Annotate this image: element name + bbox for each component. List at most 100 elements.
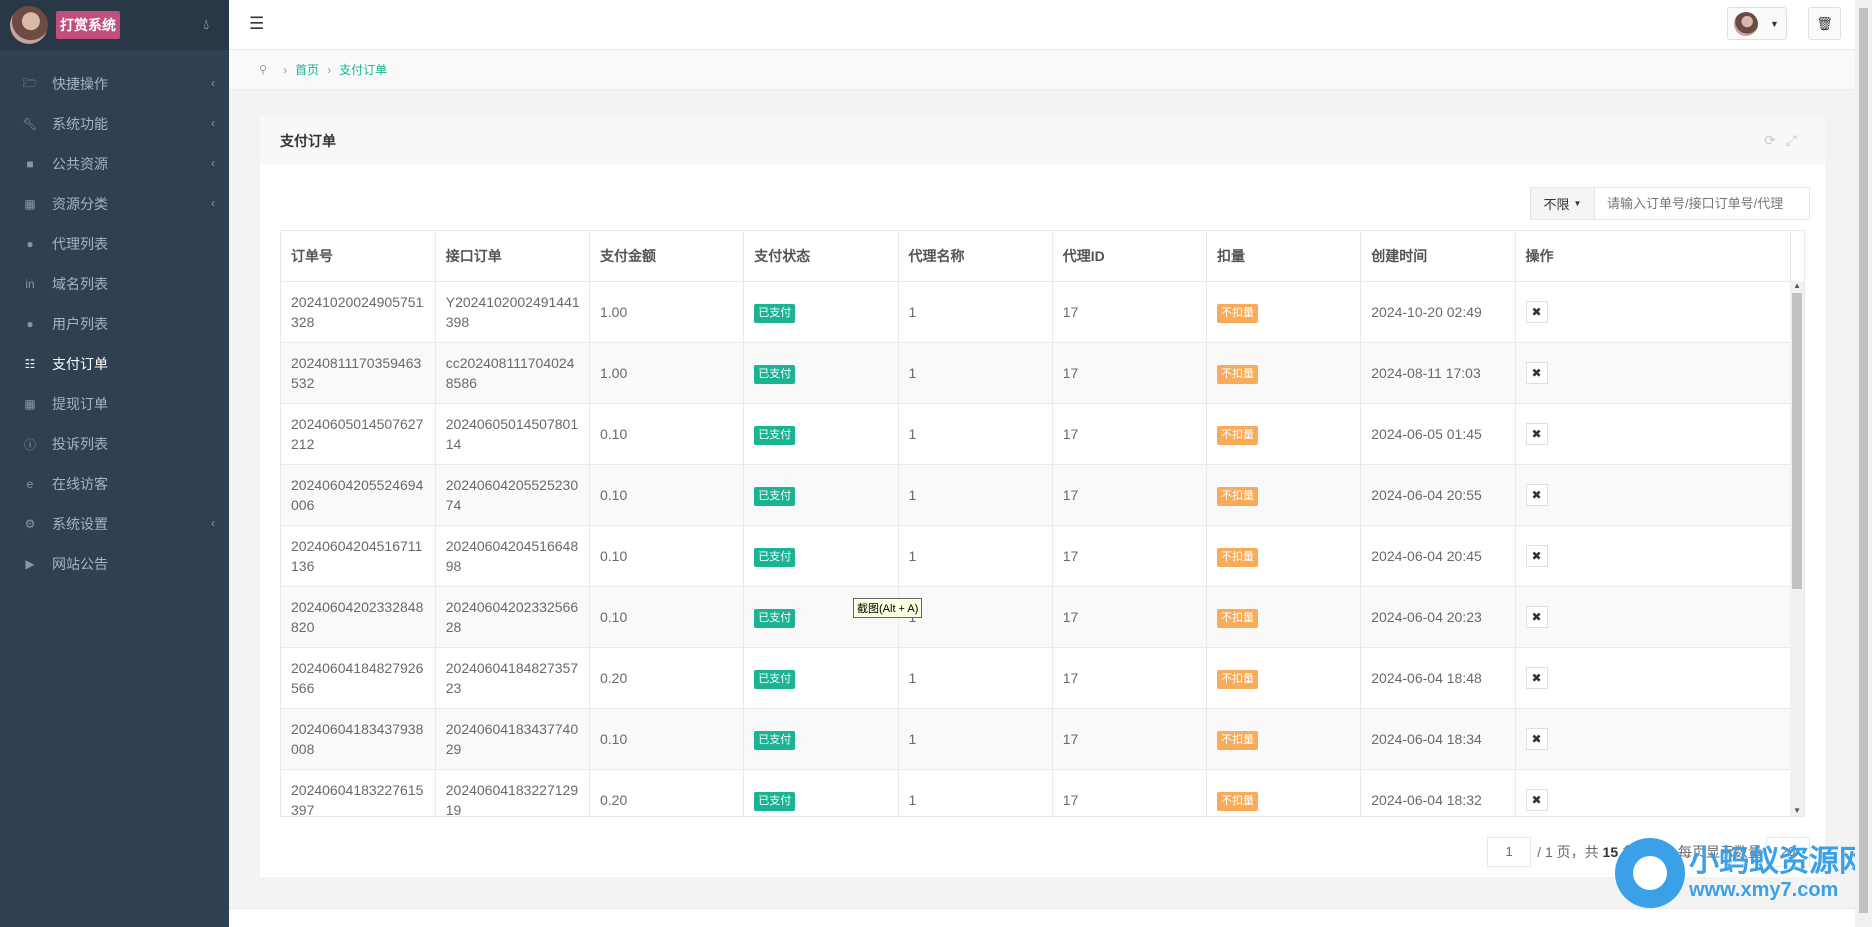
drop-icon[interactable]: 💧︎ [203,16,209,33]
sidebar-item[interactable]: ⚙ 系统设置 ‹ [0,504,229,544]
created-time-cell: 2024-06-04 20:23 [1360,586,1516,648]
deduct-cell: 不扣量 [1206,403,1362,465]
close-icon: ✖ [1531,426,1542,441]
sidebar-item[interactable]: ▦ 提现订单 [0,384,229,424]
map-marker-icon: ⚲ [259,64,268,76]
actions-cell: ✖ [1515,525,1791,587]
search-bar: 不限 ▼ [1530,187,1810,220]
delete-button[interactable]: ✖ [1525,483,1548,506]
created-time-cell: 2024-06-04 18:48 [1360,647,1516,709]
deduct-badge: 不扣量 [1217,425,1258,445]
users-icon: ● [26,237,34,251]
sidebar-item-label: 域名列表 [52,276,108,292]
status-cell: 已支付 [743,464,899,526]
api-order-cell: cc2024081117040248586 [435,342,591,404]
sidebar-item[interactable]: ■ 公共资源 ‹ [0,144,229,184]
agent-id-cell: 17 [1052,464,1208,526]
sidebar-item-label: 在线访客 [52,476,108,492]
search-input[interactable] [1595,187,1810,220]
scroll-up-icon[interactable]: ▲ [1793,281,1801,290]
column-header: 接口订单 [435,231,591,282]
actions-cell: ✖ [1515,464,1791,526]
delete-button[interactable]: ✖ [1525,361,1548,384]
chevron-left-icon: ‹ [211,116,215,130]
chevron-left-icon: ‹ [211,196,215,210]
sidebar-item[interactable]: ▦ 资源分类 ‹ [0,184,229,224]
table-row: 20240811170359463532 cc202408111704024858… [281,342,1791,404]
breadcrumb-home-link[interactable]: 首页 [295,61,319,78]
wrench-icon: 🔧︎ [22,117,38,131]
amount-cell: 0.10 [589,464,745,526]
created-time-cell: 2024-06-04 20:45 [1360,525,1516,587]
clear-cache-button[interactable]: 🗑︎ [1808,7,1841,40]
sidebar-item[interactable]: ▶ 网站公告 [0,544,229,584]
deduct-cell: 不扣量 [1206,281,1362,343]
close-icon: ✖ [1531,487,1542,502]
status-cell: 已支付 [743,342,899,404]
api-order-cell: 2024060420552523074 [435,464,591,526]
agent-id-cell: 17 [1052,586,1208,648]
amount-cell: 1.00 [589,281,745,343]
sidebar-item[interactable]: ● 代理列表 [0,224,229,264]
grid-icon: ▦ [24,197,36,211]
api-order-cell: 2024060420233256628 [435,586,591,648]
folder-open-icon: 🗁︎ [22,75,38,90]
actions-cell: ✖ [1515,342,1791,404]
panel-title: 支付订单 [280,133,336,149]
order-number-cell: 20240811170359463532 [281,342,436,404]
bank-icon: ▦ [24,397,36,411]
sidebar-item[interactable]: ☷ 支付订单 [0,344,229,384]
sidebar: 打赏系统 💧︎ 🗁︎ 快捷操作 ‹ 🔧︎ 系统功能 ‹ ■ 公共资源 ‹ ▦ 资源分类 ‹ ● 代理列表 i… [0,0,229,927]
sidebar-item-label: 资源分类 [52,196,108,212]
page-number-input[interactable]: 1 [1487,837,1532,867]
watermark: 小蚂蚁资源网 www.xmy7.com [1615,838,1869,908]
avatar [1734,11,1758,36]
actions-cell: ✖ [1515,769,1791,816]
status-cell: 已支付 [743,647,899,709]
delete-button[interactable]: ✖ [1525,727,1548,750]
sidebar-item[interactable]: 🔧︎ 系统功能 ‹ [0,104,229,144]
api-order-cell: 2024060420451664898 [435,525,591,587]
created-time-cell: 2024-06-04 18:34 [1360,708,1516,770]
order-number-cell: 20240605014507627212 [281,403,436,465]
deduct-cell: 不扣量 [1206,586,1362,648]
agent-id-cell: 17 [1052,342,1208,404]
user-menu-button[interactable]: ▼ [1727,7,1787,40]
amount-cell: 1.00 [589,342,745,404]
delete-button[interactable]: ✖ [1525,788,1548,811]
video-camera-icon: ■ [26,157,34,171]
avatar[interactable] [10,6,48,44]
scroll-down-icon[interactable]: ▼ [1793,806,1801,815]
page-scrollbar[interactable] [1855,0,1872,927]
delete-button[interactable]: ✖ [1525,544,1548,567]
trash-icon: 🗑︎ [1816,16,1833,31]
sidebar-item-label: 网站公告 [52,556,108,572]
api-order-cell: Y2024102002491441398 [435,281,591,343]
page-scroll-thumb[interactable] [1859,8,1868,913]
status-badge: 已支付 [754,425,796,445]
agent-name-cell: 1 [898,525,1053,587]
delete-button[interactable]: ✖ [1525,300,1548,323]
delete-button[interactable]: ✖ [1525,666,1548,689]
amount-cell: 0.10 [589,403,745,465]
bullhorn-icon: ▶ [25,557,35,571]
table-scroll-thumb[interactable] [1792,293,1802,589]
breadcrumb-current-link[interactable]: 支付订单 [339,61,387,78]
menu-toggle-icon[interactable]: ☰ [249,14,264,34]
actions-cell: ✖ [1515,403,1791,465]
sidebar-item[interactable]: ● 用户列表 [0,304,229,344]
sidebar-nav: 🗁︎ 快捷操作 ‹ 🔧︎ 系统功能 ‹ ■ 公共资源 ‹ ▦ 资源分类 ‹ ● 代理列表 in 域名列表 ● 用户… [0,64,229,584]
amount-cell: 0.20 [589,647,745,709]
fullscreen-icon[interactable]: ⤢ [1786,132,1807,148]
refresh-icon[interactable]: ⟳ [1764,132,1786,148]
sidebar-item[interactable]: in 域名列表 [0,264,229,304]
delete-button[interactable]: ✖ [1525,605,1548,628]
filter-dropdown[interactable]: 不限 ▼ [1530,187,1595,220]
delete-button[interactable]: ✖ [1525,422,1548,445]
agent-name-cell: 1 [898,403,1053,465]
sidebar-item[interactable]: e 在线访客 [0,464,229,504]
column-header: 支付金额 [589,231,745,282]
sidebar-item[interactable]: 🗁︎ 快捷操作 ‹ [0,64,229,104]
sidebar-item[interactable]: ⓘ 投诉列表 [0,424,229,464]
order-number-cell: 20240604183227615397 [281,769,436,816]
